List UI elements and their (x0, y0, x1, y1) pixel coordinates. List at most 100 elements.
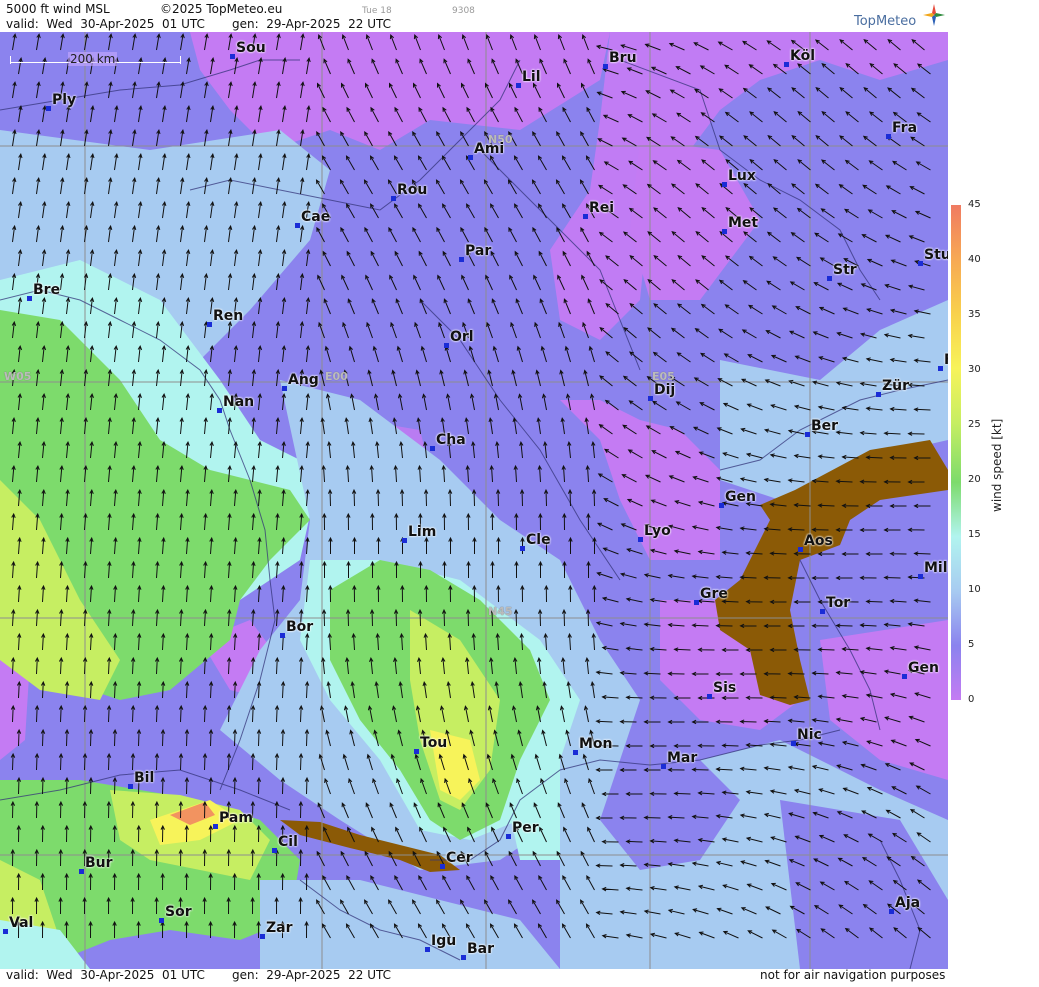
city-marker (260, 934, 265, 939)
city-label: Cha (436, 432, 466, 448)
city-label: Ami (474, 141, 505, 157)
city-label: Aos (804, 533, 833, 549)
city-marker (506, 834, 511, 839)
legend-tick-label: 15 (968, 529, 981, 540)
city-label: Rei (589, 200, 615, 216)
city-label: Aja (895, 895, 921, 911)
city-label: Igu (431, 933, 457, 949)
generated-time: gen: 29-Apr-2025 22 UTC (232, 17, 391, 31)
city-marker (425, 947, 430, 952)
legend-tick-label: 30 (968, 364, 981, 375)
city-marker (805, 432, 810, 437)
legend-title: wind speed [kt] (990, 418, 1004, 512)
city-marker (902, 674, 907, 679)
city-marker (213, 824, 218, 829)
city-label: Rou (397, 182, 428, 198)
city-label: Zar (266, 920, 293, 936)
city-label: Nan (223, 394, 255, 410)
city-label: Lux (728, 168, 756, 184)
city-label: Cil (278, 834, 298, 850)
city-marker (430, 446, 435, 451)
city-label: Cae (301, 209, 331, 225)
city-label: Bar (467, 941, 495, 957)
city-marker (661, 764, 666, 769)
city-marker (230, 54, 235, 59)
city-marker (402, 538, 407, 543)
valid-time: valid: Wed 30-Apr-2025 01 UTC (6, 17, 205, 31)
city-label: Per (512, 820, 539, 836)
topmeteo-logo: TopMeteo (852, 3, 945, 31)
city-marker (820, 609, 825, 614)
city-label: Bor (286, 619, 314, 635)
city-marker (603, 64, 608, 69)
city-marker (159, 918, 164, 923)
city-marker (722, 229, 727, 234)
city-label: Orl (450, 329, 474, 345)
city-marker (516, 83, 521, 88)
city-label: Par (465, 243, 492, 259)
city-label: Cle (526, 532, 551, 548)
footer-disclaimer: not for air navigation purposes (760, 968, 946, 982)
grid-label-w05: W05 (4, 370, 32, 383)
city-label: Tor (826, 595, 851, 611)
grid-label-n45: N45 (488, 605, 513, 618)
city-label: Mil (924, 560, 948, 576)
city-marker (27, 296, 32, 301)
city-label: Ber (811, 418, 839, 434)
city-marker (886, 134, 891, 139)
city-marker (722, 182, 727, 187)
legend-tick-label: 20 (968, 474, 981, 485)
city-marker (207, 322, 212, 327)
legend-tick-label: 40 (968, 254, 981, 265)
scale-bar-label: 200 km (68, 52, 118, 66)
city-marker (272, 848, 277, 853)
city-label: Fra (892, 120, 918, 136)
city-label: Val (9, 915, 34, 931)
city-label: Sor (165, 904, 192, 920)
city-label: Bre (33, 282, 61, 298)
city-label: Gre (700, 586, 728, 602)
city-marker (46, 106, 51, 111)
city-label: Sis (713, 680, 737, 696)
footer-valid-time: valid: Wed 30-Apr-2025 01 UTC (6, 968, 205, 982)
city-marker (440, 864, 445, 869)
product-title: 5000 ft wind MSL (6, 2, 110, 16)
city-marker (459, 257, 464, 262)
city-label: Ply (52, 92, 77, 108)
city-label: Lyo (644, 523, 671, 539)
city-label: Dij (654, 382, 676, 398)
city-label: Mon (579, 736, 613, 752)
city-label: Mar (667, 750, 698, 766)
scale-bar: 200 km (10, 52, 182, 70)
city-label: Ren (213, 308, 244, 324)
city-marker (282, 386, 287, 391)
legend-tick-label: 35 (968, 309, 981, 320)
city-marker (461, 955, 466, 960)
legend-tick-label: 5 (968, 639, 975, 650)
legend-tick-label: 45 (968, 199, 981, 210)
city-marker (648, 396, 653, 401)
legend-tick-label: 25 (968, 419, 981, 430)
city-marker (128, 784, 133, 789)
city-marker (3, 929, 8, 934)
legend-tick-label: 10 (968, 584, 981, 595)
city-marker (280, 633, 285, 638)
wind-speed-legend: 45 40 35 30 25 20 15 10 5 0 wind speed [kt] (948, 32, 1039, 969)
city-marker (295, 223, 300, 228)
grid-label-e00: E00 (325, 370, 348, 383)
city-marker (791, 741, 796, 746)
city-label: Met (728, 215, 759, 231)
city-label: Lim (408, 524, 437, 540)
city-marker (918, 574, 923, 579)
city-label: Str (833, 262, 857, 278)
city-marker (938, 366, 943, 371)
legend-tick-label: 0 (968, 694, 975, 705)
city-marker (719, 503, 724, 508)
city-marker (638, 537, 643, 542)
city-label: Nic (797, 727, 822, 743)
city-marker (414, 749, 419, 754)
city-marker (573, 750, 578, 755)
city-marker (798, 547, 803, 552)
city-label: Stu (924, 247, 951, 263)
city-marker (694, 600, 699, 605)
